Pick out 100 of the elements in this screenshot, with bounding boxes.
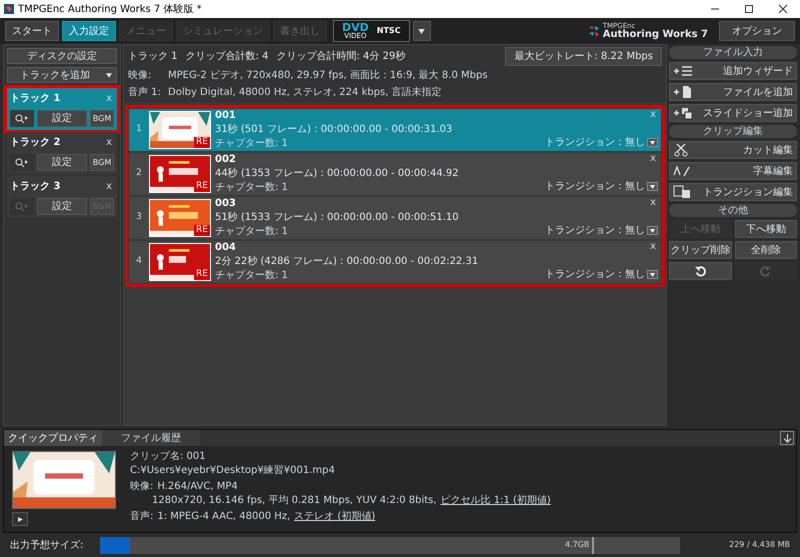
play-button[interactable] — [12, 512, 28, 526]
summary-count: クリップ合計数: 4 — [186, 50, 268, 64]
transition-dropdown[interactable] — [647, 270, 658, 279]
caret-icon — [650, 272, 655, 276]
logo-product: Authoring Works 7 — [602, 30, 708, 40]
section-header: その他 — [669, 204, 797, 217]
undo-button[interactable] — [669, 262, 732, 280]
close-icon[interactable] — [778, 4, 788, 14]
redo-icon — [760, 266, 772, 276]
action-button[interactable]: 追加ウィザード — [669, 62, 797, 80]
video-details: 1280x720, 16.146 fps, 平均 0.281 Mbps, YUV 4:2:0 8bits, — [152, 495, 437, 507]
transition-icon — [673, 185, 693, 199]
clip-row[interactable]: 2 RE 002 44秒 (1353 フレーム) : 00:00:00.00 - 00:00:44.92 チャプター数: 1 x トランジション：無し — [129, 153, 661, 195]
transition-dropdown[interactable] — [647, 182, 658, 191]
disc-settings-button[interactable]: ディスクの設定 — [7, 48, 117, 64]
transition-dropdown[interactable] — [647, 138, 658, 147]
bgm-button[interactable]: BGM — [90, 154, 114, 171]
summary-time: クリップ合計時間: 4分 29秒 — [276, 50, 406, 64]
track-title: トラック 1 — [10, 92, 60, 106]
clip-index: 2 — [135, 167, 143, 180]
clip-row[interactable]: 1 RE 001 31秒 (501 フレーム) : 00:00:00.00 - 00:00:31.03 チャプター数: 1 x トランジション：無し — [129, 109, 661, 151]
magnifier-icon — [15, 114, 29, 124]
caret-icon — [650, 184, 655, 188]
caret-icon — [650, 140, 655, 144]
caret-icon — [106, 72, 112, 78]
clip-index: 3 — [135, 211, 143, 224]
transition-dropdown[interactable] — [647, 226, 658, 235]
track-card[interactable]: トラック 1 x 設定 BGM — [7, 88, 117, 130]
action-button[interactable]: ファイルを追加 — [669, 83, 797, 101]
chapter-count: チャプター数: 1 — [215, 226, 289, 238]
disc-format: DVD — [342, 22, 369, 33]
video-standard: NTSC — [376, 25, 401, 37]
clip-name: 003 — [215, 198, 237, 210]
maximize-icon[interactable] — [744, 4, 754, 14]
track-title: トラック 2 — [10, 136, 60, 150]
panel-tab[interactable]: ファイル履歴 — [102, 430, 200, 446]
clip-row[interactable]: 4 RE 004 2分 22秒 (4286 フレーム) : 00:00:00.00 - 00:02:22.31 チャプター数: 1 x トランジション：無し — [129, 241, 661, 283]
transition-label: トランジション：無し — [545, 180, 645, 194]
pixel-ratio-link[interactable]: ピクセル比 1:1 (初期値) — [440, 495, 551, 507]
transition-label: トランジション：無し — [545, 224, 645, 238]
action-button[interactable]: 全削除 — [734, 241, 797, 259]
re-badge: RE — [194, 137, 210, 148]
plus-document-icon — [673, 85, 693, 99]
bgm-button[interactable]: BGM — [90, 110, 114, 127]
magnifier-icon — [15, 202, 29, 212]
clip-row[interactable]: 3 RE 003 51秒 (1533 フレーム) : 00:00:00.00 - 00:00:51.10 チャプター数: 1 x トランジション：無し — [129, 197, 661, 239]
clip-index: 1 — [135, 123, 143, 136]
close-button[interactable]: x — [104, 138, 114, 148]
transition-label: トランジション：無し — [545, 268, 645, 282]
track-title: トラック 3 — [10, 180, 60, 194]
arrow-down-icon — [782, 434, 792, 442]
size-reading: 229 / 4,438 MB — [729, 539, 790, 551]
action-button[interactable]: 下へ移動 — [734, 220, 797, 238]
track-card[interactable]: トラック 2 x 設定 BGM — [7, 132, 117, 174]
action-button[interactable]: スライドショー追加 — [669, 104, 797, 122]
action-button[interactable]: クリップ削除 — [669, 241, 732, 259]
close-button[interactable]: x — [648, 198, 658, 208]
video-label: 映像: — [130, 481, 154, 493]
preview-button[interactable] — [10, 110, 34, 127]
clip-duration: 51秒 (1533 フレーム) : 00:00:00.00 - 00:00:51.10 — [215, 212, 459, 224]
format-dropdown[interactable] — [412, 21, 431, 41]
section-header: ファイル入力 — [669, 46, 797, 59]
add-track-button[interactable]: トラックを追加 — [7, 67, 117, 83]
close-button[interactable]: x — [648, 242, 658, 252]
re-badge: RE — [194, 181, 210, 192]
re-badge: RE — [194, 269, 210, 280]
audio-details: 1: MPEG-4 AAC, 48000 Hz, — [157, 511, 290, 523]
action-button[interactable]: カット編集 — [669, 141, 797, 159]
file-path: C:¥Users¥eyebr¥Desktop¥練習¥001.mp4 — [130, 465, 336, 477]
video-info: MPEG-2 ビデオ, 720x480, 29.97 fps, 画面比：16:9, 最大 8.0 Mbps — [168, 68, 488, 83]
action-button[interactable]: 字幕編集 — [669, 162, 797, 180]
clip-name: 002 — [215, 154, 237, 166]
plus-list-icon — [673, 64, 693, 78]
audio-label: 音声 1: — [128, 86, 162, 100]
video-label: 映像: — [128, 68, 152, 83]
stereo-link[interactable]: ステレオ (初期値) — [294, 511, 376, 523]
panel-tab[interactable]: クイックプロパティ — [4, 430, 102, 446]
audio-label: 音声: — [130, 511, 154, 523]
clip-index: 4 — [135, 255, 143, 268]
window-title: TMPGEnc Authoring Works 7 体験版 * — [18, 2, 202, 16]
options-button[interactable]: オプション — [719, 21, 795, 41]
settings-button[interactable]: 設定 — [37, 154, 87, 171]
undo-icon — [694, 266, 706, 276]
re-badge: RE — [194, 225, 210, 236]
action-button[interactable]: トランジション編集 — [669, 183, 797, 201]
clip-name-info: クリップ名: 001 — [130, 451, 207, 463]
video-codec: H.264/AVC, MP4 — [157, 481, 238, 493]
caret-icon — [418, 28, 426, 34]
preview-button[interactable] — [10, 154, 34, 171]
close-button[interactable]: x — [648, 154, 658, 164]
output-size-label: 出力予想サイズ: — [10, 538, 84, 552]
settings-button[interactable]: 設定 — [37, 110, 87, 127]
clip-name: 004 — [215, 242, 237, 254]
chapter-count: チャプター数: 1 — [215, 182, 289, 194]
clip-duration: 44秒 (1353 フレーム) : 00:00:00.00 - 00:00:44.92 — [215, 168, 459, 180]
step-tab[interactable]: スタート — [5, 21, 59, 41]
section-header: クリップ編集 — [669, 125, 797, 138]
audio-info: Dolby Digital, 48000 Hz, ステレオ, 224 kbps, 言語未指定 — [168, 86, 442, 100]
collapse-button[interactable] — [780, 431, 794, 445]
step-tab[interactable]: 入力設定 — [62, 21, 116, 41]
